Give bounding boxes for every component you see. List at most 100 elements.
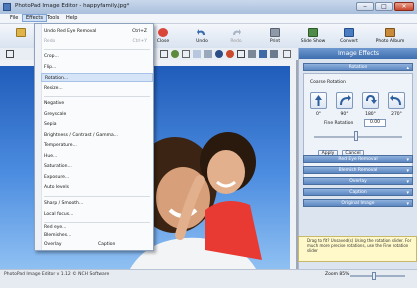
fine-rotation-label: Fine Rotation	[324, 121, 354, 126]
status-bar: PhotoPad Image Editor v 1.12 © NCH Softw…	[0, 269, 417, 288]
minimize-button[interactable]: ‒	[356, 2, 374, 11]
crop-tool-icon[interactable]	[6, 50, 14, 58]
menu-item-caption[interactable]: Caption	[95, 240, 150, 249]
blemish-section-title: Blemish Removal	[338, 168, 378, 173]
open-button[interactable]	[4, 26, 38, 47]
undo-label: Undo	[196, 39, 208, 44]
slideshow-label: Slide Show	[300, 39, 326, 44]
blemish-tool-icon[interactable]	[237, 50, 245, 58]
slideshow-button[interactable]: Slide Show	[296, 26, 330, 47]
menu-item-brightness[interactable]: Brightness / Contrast / Gamma...	[41, 131, 153, 140]
close-icon	[158, 28, 168, 37]
fine-rotation-input[interactable]: 0.00	[364, 119, 386, 127]
zoom-slider-thumb[interactable]	[372, 272, 376, 280]
redo-button[interactable]: Redo	[219, 26, 253, 47]
menu-separator	[44, 196, 150, 197]
red-eye-section-header[interactable]: Red Eye Removal ▾	[303, 155, 413, 163]
menu-item-flip[interactable]: Flip...	[41, 63, 153, 72]
print-label: Print	[269, 39, 281, 44]
menu-item-negative[interactable]: Negative	[41, 99, 153, 108]
maximize-button[interactable]: □	[375, 2, 393, 11]
angle-180-label: 180°	[365, 112, 376, 117]
overlay-tool-icon[interactable]	[259, 50, 267, 58]
menu-item-undo[interactable]: Undo Red Eye Removal Ctrl+Z	[41, 27, 153, 36]
menu-item-blemishes[interactable]: Blemishes...	[41, 231, 153, 240]
menu-item-exposure[interactable]: Exposure...	[41, 173, 153, 182]
convert-button[interactable]: Convert	[332, 26, 366, 47]
fine-rotation-slider-track[interactable]	[314, 136, 402, 138]
caption-section-header[interactable]: Caption ▾	[303, 188, 413, 196]
menu-item-saturation[interactable]: Saturation...	[41, 162, 153, 171]
menu-tools[interactable]: Tools	[44, 15, 62, 22]
undo-button[interactable]: Undo	[185, 26, 219, 47]
menu-item-resize[interactable]: Resize...	[41, 84, 153, 93]
redo-label: Redo	[230, 39, 242, 44]
menu-item-sepia[interactable]: Sepia	[41, 120, 153, 129]
info-tip-text: Drag to fit? Unsaved(s) Using the rotati…	[307, 238, 412, 253]
menu-file[interactable]: File	[7, 15, 21, 22]
title-bar: PhotoPad Image Editor - happyfamily.jpg*…	[0, 0, 417, 14]
text-tool-icon[interactable]	[248, 50, 256, 58]
menu-item-hue[interactable]: Hue...	[41, 152, 153, 161]
window-title: PhotoPad Image Editor - happyfamily.jpg*	[15, 3, 130, 9]
app-window: PhotoPad Image Editor - happyfamily.jpg*…	[0, 0, 417, 288]
menu-item-greyscale[interactable]: Greyscale	[41, 110, 153, 119]
photo-album-icon	[385, 28, 395, 37]
rotate-half-icon	[366, 95, 377, 104]
overlay-section-title: Overlay	[349, 179, 367, 184]
rotate-180-button[interactable]	[362, 92, 379, 109]
frame-tool-icon[interactable]	[193, 50, 201, 58]
rotation-section-header[interactable]: Rotation ▴	[303, 63, 413, 71]
rotation-section: Coarse Rotation 0° 90° 180° 270° Fine Ro…	[303, 73, 413, 181]
rotate-90-button[interactable]	[336, 92, 353, 109]
angle-0-label: 0°	[315, 112, 322, 117]
menu-separator	[44, 96, 150, 97]
caption-section-title: Caption	[349, 190, 367, 195]
redo-icon	[231, 28, 241, 37]
open-folder-icon	[16, 28, 26, 37]
chevron-up-icon: ▴	[406, 65, 409, 71]
info-tip: Drag to fit? Unsaved(s) Using the rotati…	[298, 236, 417, 262]
print-button[interactable]: Print	[258, 26, 292, 47]
chevron-down-icon: ▾	[406, 190, 409, 196]
menu-separator	[44, 49, 150, 50]
menu-help[interactable]: Help	[63, 15, 80, 22]
status-text: PhotoPad Image Editor v 1.12 © NCH Softw…	[4, 272, 110, 277]
menu-item-sharp-smooth[interactable]: Sharp / Smooth...	[41, 199, 153, 208]
menu-item-redo[interactable]: Redo Ctrl+Y	[41, 37, 153, 46]
original-image-section-title: Original Image	[341, 201, 375, 206]
photo-album-label: Photo Album	[375, 39, 405, 44]
photo-album-button[interactable]: Photo Album	[370, 26, 410, 47]
fit-tool-icon[interactable]	[283, 50, 291, 58]
blemish-section-header[interactable]: Blemish Removal ▾	[303, 166, 413, 174]
red-eye-section-title: Red Eye Removal	[338, 157, 378, 162]
red-eye-tool-icon[interactable]	[226, 50, 234, 58]
menu-item-rotation[interactable]: Rotation...	[41, 73, 153, 82]
brush-tool-icon[interactable]	[215, 50, 223, 58]
close-window-button[interactable]: ✕	[394, 2, 414, 11]
menu-item-temperature[interactable]: Temperature...	[41, 141, 153, 150]
overlay-section-header[interactable]: Overlay ▾	[303, 177, 413, 185]
chevron-down-icon: ▾	[406, 157, 409, 163]
filter-tool-icon[interactable]	[204, 50, 212, 58]
color-tool-icon[interactable]	[171, 50, 179, 58]
effects-menu: Undo Red Eye Removal Ctrl+Z Redo Ctrl+Y Cr…	[34, 23, 154, 251]
select-tool-icon[interactable]	[160, 50, 168, 58]
rotate-270-button[interactable]	[388, 92, 405, 109]
chevron-down-icon: ▾	[406, 201, 409, 207]
fine-rotation-slider-thumb[interactable]	[354, 131, 358, 141]
rotate-0-button[interactable]	[310, 92, 327, 109]
printer-icon	[270, 28, 280, 37]
zoom-slider-track[interactable]	[350, 275, 405, 277]
chevron-down-icon: ▾	[406, 179, 409, 185]
app-icon	[3, 3, 11, 11]
zoom-tool-icon[interactable]	[182, 50, 190, 58]
rotation-section-title: Rotation	[348, 65, 368, 70]
menu-item-local-focus[interactable]: Local focus...	[41, 210, 153, 219]
menu-item-crop[interactable]: Crop...	[41, 52, 153, 61]
chevron-down-icon: ▾	[406, 168, 409, 174]
menu-item-auto-levels[interactable]: Auto levels	[41, 183, 153, 192]
rotate-tool-icon[interactable]	[270, 50, 278, 58]
original-image-section-header[interactable]: Original Image ▾	[303, 199, 413, 207]
convert-icon	[344, 28, 354, 37]
